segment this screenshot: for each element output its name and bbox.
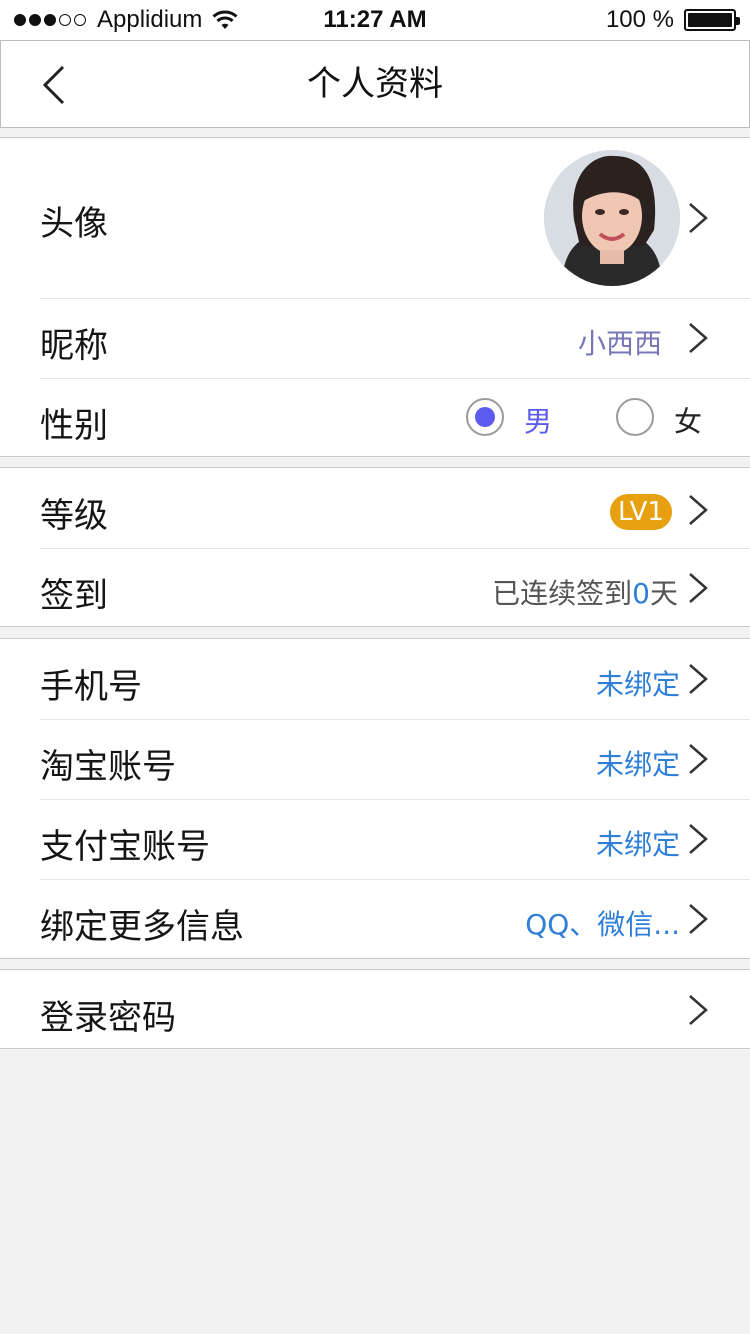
chevron-right-icon — [689, 995, 708, 1025]
bind-more-row[interactable]: 绑定更多信息 QQ、微信... — [0, 879, 750, 958]
taobao-value: 未绑定 — [595, 748, 680, 781]
page-title: 个人资料 — [307, 64, 443, 104]
chevron-right-icon — [689, 904, 708, 934]
avatar-row[interactable]: 头像 — [0, 138, 750, 298]
level-badge: LV1 — [610, 494, 672, 530]
chevron-right-icon — [689, 744, 708, 774]
checkin-suffix: 天 — [649, 577, 678, 610]
bind-more-value: QQ、微信... — [525, 908, 680, 941]
nickname-label: 昵称 — [40, 326, 108, 366]
level-row[interactable]: 等级 LV1 — [0, 468, 750, 548]
chevron-right-icon — [689, 323, 708, 353]
checkin-days: 0 — [632, 577, 650, 610]
profile-section: 头像 昵称 小西西 性别 男 女 — [0, 137, 750, 457]
phone-row[interactable]: 手机号 未绑定 — [0, 639, 750, 719]
level-label: 等级 — [40, 496, 108, 536]
level-section: 等级 LV1 签到 已连续签到0天 — [0, 467, 750, 627]
nickname-row[interactable]: 昵称 小西西 — [0, 298, 750, 378]
gender-label: 性别 — [40, 406, 108, 446]
checkin-label: 签到 — [40, 576, 108, 616]
chevron-right-icon — [689, 664, 708, 694]
chevron-right-icon — [689, 573, 708, 603]
battery-percent: 100 % — [605, 6, 674, 33]
radio-selected-dot — [475, 407, 495, 427]
avatar[interactable] — [544, 150, 680, 286]
alipay-row[interactable]: 支付宝账号 未绑定 — [0, 799, 750, 879]
security-section: 登录密码 — [0, 969, 750, 1049]
alipay-value: 未绑定 — [595, 828, 680, 861]
bindings-section: 手机号 未绑定 淘宝账号 未绑定 支付宝账号 未绑定 绑定更多信息 QQ、微信.… — [0, 638, 750, 959]
chevron-right-icon — [689, 203, 708, 233]
taobao-label: 淘宝账号 — [40, 747, 176, 787]
status-bar: Applidium 11:27 AM 100 % — [0, 0, 750, 40]
chevron-right-icon — [689, 824, 708, 854]
phone-label: 手机号 — [40, 667, 142, 707]
alipay-label: 支付宝账号 — [40, 827, 210, 867]
battery-icon — [684, 9, 740, 31]
password-row[interactable]: 登录密码 — [0, 970, 750, 1048]
gender-male-radio[interactable] — [466, 398, 504, 436]
checkin-status: 已连续签到0天 — [492, 572, 678, 612]
phone-value: 未绑定 — [595, 668, 680, 701]
checkin-row[interactable]: 签到 已连续签到0天 — [0, 548, 750, 626]
checkin-prefix: 已连续签到 — [492, 577, 633, 610]
password-label: 登录密码 — [40, 998, 176, 1038]
status-right: 100 % — [605, 6, 740, 34]
nickname-value: 小西西 — [577, 327, 662, 360]
gender-female-radio[interactable] — [616, 398, 654, 436]
chevron-right-icon — [689, 495, 708, 525]
gender-male-label[interactable]: 男 — [524, 400, 552, 440]
taobao-row[interactable]: 淘宝账号 未绑定 — [0, 719, 750, 799]
avatar-label: 头像 — [40, 204, 108, 244]
gender-female-label[interactable]: 女 — [674, 400, 702, 440]
gender-row: 性别 男 女 — [0, 378, 750, 456]
avatar-photo — [544, 150, 680, 286]
navigation-bar: 个人资料 — [0, 40, 750, 128]
bind-more-label: 绑定更多信息 — [40, 907, 244, 947]
